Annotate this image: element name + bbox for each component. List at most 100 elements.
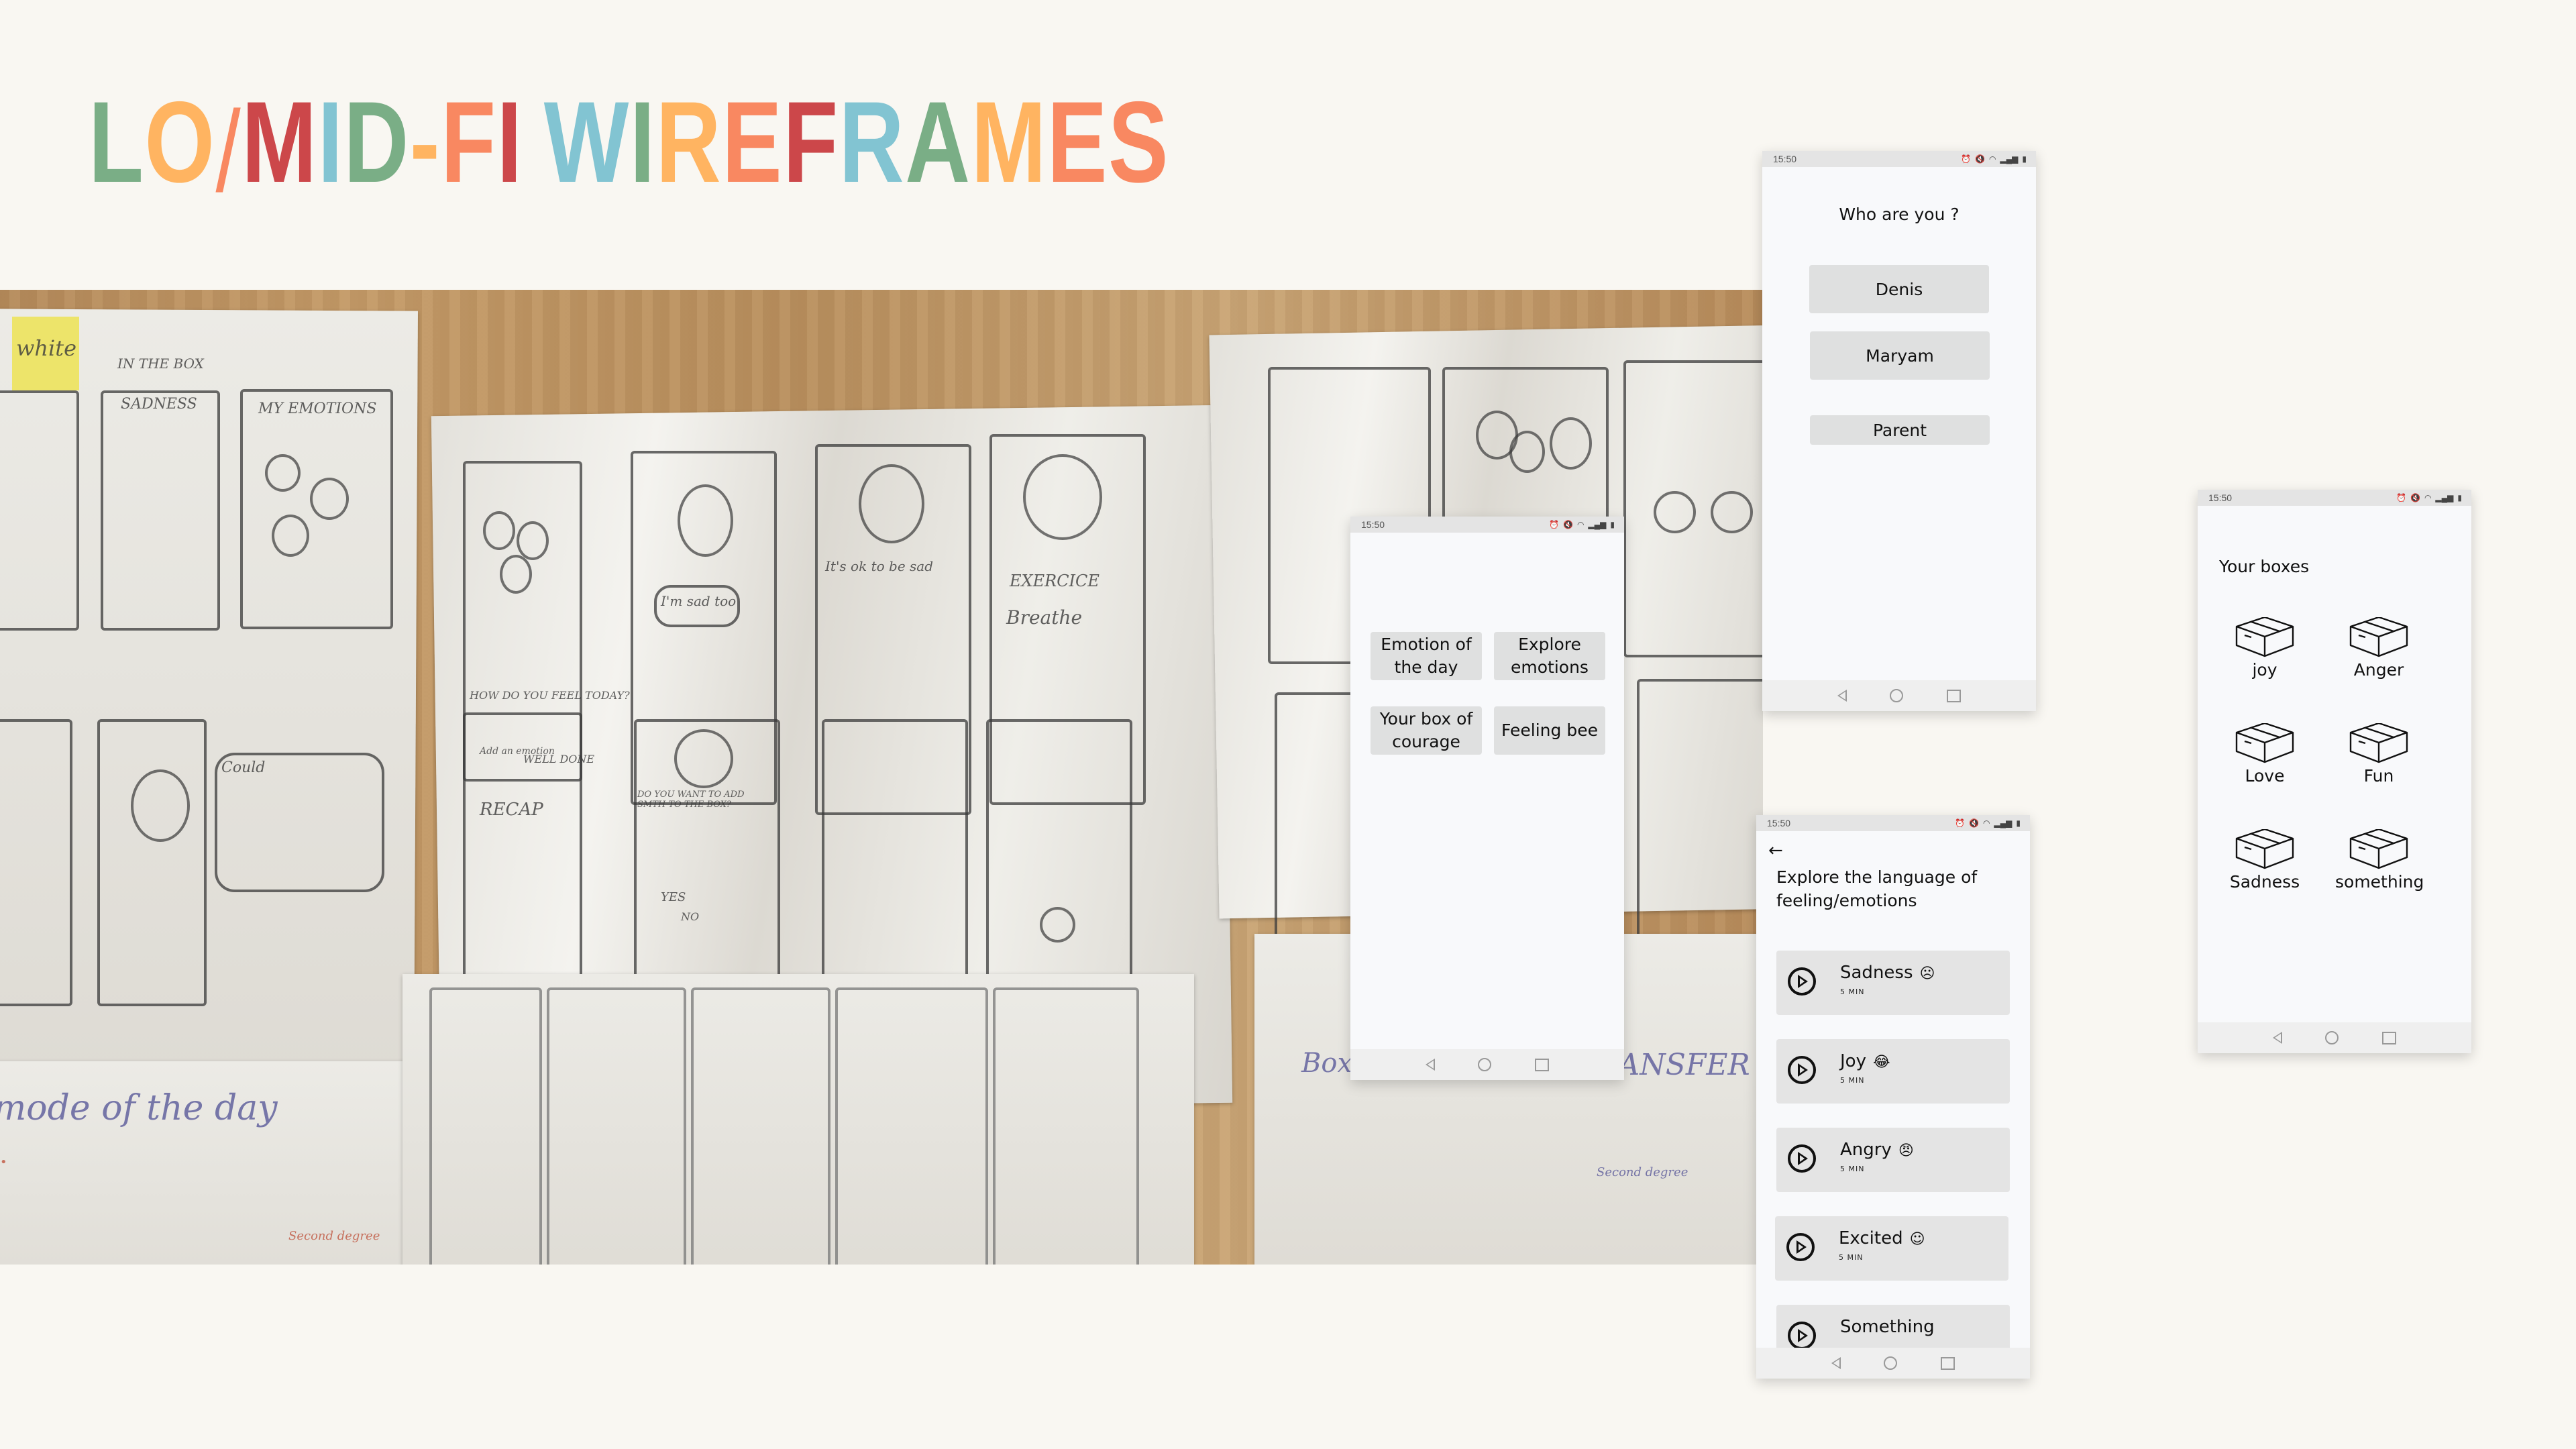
sketch-caption: mode of the day [0, 1088, 278, 1128]
play-icon[interactable] [1788, 1056, 1816, 1084]
status-bar: 15:50 ⏰ 🔇 ◠ ▂▄▆ ▮ [1350, 517, 1624, 533]
home-nav-icon[interactable] [1884, 1356, 1898, 1370]
emotion-label: Sadness ☹ [1840, 963, 1935, 983]
home-nav-icon[interactable] [1478, 1058, 1492, 1071]
title-letter: I [317, 78, 344, 207]
status-time: 15:50 [1361, 519, 1385, 530]
recents-nav-icon[interactable] [1534, 1058, 1549, 1071]
button-label: Emotion of the day [1381, 635, 1472, 677]
home-nav-icon[interactable] [1890, 689, 1904, 702]
maryam-button[interactable]: Maryam [1810, 331, 1990, 380]
box-icon [2349, 617, 2408, 657]
courage-box-item[interactable]: joy [2221, 617, 2308, 680]
recents-nav-icon[interactable] [1940, 1356, 1955, 1370]
back-nav-icon[interactable] [1831, 1357, 1841, 1369]
sketch-caption: • [0, 1155, 7, 1169]
battery-icon: ▮ [2022, 154, 2027, 164]
signal-icon: ▂▄▆ [2435, 493, 2454, 502]
phone-screen-your-boxes: 15:50 ⏰ 🔇 ◠ ▂▄▆ ▮ Your boxes joy Anger Love Fun… [2198, 490, 2471, 1053]
alarm-icon: ⏰ [2396, 493, 2406, 502]
courage-box-item[interactable]: Sadness [2221, 829, 2308, 892]
mute-icon: 🔇 [1968, 818, 1979, 828]
box-of-courage-button[interactable]: Your box of courage [1371, 706, 1482, 755]
parent-button[interactable]: Parent [1810, 415, 1990, 445]
sketch-screen [822, 719, 968, 1013]
button-label: Parent [1872, 420, 1927, 440]
emotion-name: Excited [1839, 1228, 1903, 1248]
back-arrow-icon[interactable]: ← [1768, 841, 1783, 861]
emotion-face-icon: ☺ [1909, 1231, 1925, 1248]
recents-nav-icon[interactable] [2381, 1031, 2396, 1044]
duration-label: 5 MIN [1840, 987, 1865, 996]
title-letter: W [543, 78, 630, 207]
title-letter: I [629, 78, 656, 207]
courage-box-item[interactable]: something [2335, 829, 2424, 892]
emotion-list-item[interactable]: Angry 😠 5 MIN [1776, 1128, 2010, 1192]
sketch-screen [97, 719, 207, 1006]
status-time: 15:50 [1773, 154, 1797, 164]
emotion-label: Excited ☺ [1839, 1228, 1925, 1248]
sketch-face [500, 555, 532, 594]
home-nav-icon[interactable] [2325, 1031, 2339, 1044]
play-icon[interactable] [1788, 1322, 1816, 1350]
sticky-note-text: white [16, 335, 77, 361]
title-letter: / [215, 87, 242, 216]
button-label: Denis [1875, 279, 1923, 299]
courage-box-item[interactable]: Love [2221, 723, 2308, 786]
back-nav-icon[interactable] [2273, 1032, 2283, 1044]
sketch-face [310, 478, 349, 520]
sketch-face [517, 521, 549, 560]
title-letter: M [241, 78, 318, 207]
wifi-icon: ◠ [2424, 493, 2432, 502]
play-icon[interactable] [1788, 967, 1816, 996]
recents-nav-icon[interactable] [1946, 689, 1961, 702]
sketch-caption: IN THE BOX [117, 356, 204, 372]
emotion-face-icon: 😠 [1898, 1142, 1914, 1159]
sketch-caption: WELL DONE [523, 753, 595, 765]
back-nav-icon[interactable] [1837, 690, 1847, 702]
play-icon[interactable] [1788, 1144, 1816, 1173]
sketch-caption: YES [661, 890, 686, 904]
emotion-list-item[interactable]: Joy 😂 5 MIN [1776, 1039, 2010, 1104]
sketch-screen [691, 987, 830, 1265]
title-letter: M [971, 78, 1047, 207]
sketch-caption: DO YOU WANT TO ADD SMTH TO THE BOX? [637, 790, 745, 810]
android-nav-bar [1756, 1348, 2030, 1379]
denis-button[interactable]: Denis [1809, 265, 1989, 313]
emotion-list-item[interactable]: Sadness ☹ 5 MIN [1776, 951, 2010, 1015]
play-icon[interactable] [1786, 1233, 1815, 1261]
explore-emotions-button[interactable]: Explore emotions [1494, 632, 1605, 680]
alarm-icon: ⏰ [1549, 520, 1559, 529]
status-bar: 15:50 ⏰ 🔇 ◠ ▂▄▆ ▮ [1756, 815, 2030, 831]
title-letter: S [1108, 78, 1170, 207]
back-nav-icon[interactable] [1426, 1059, 1436, 1071]
status-icons: ⏰ 🔇 ◠ ▂▄▆ ▮ [2396, 493, 2462, 502]
signal-icon: ▂▄▆ [1588, 520, 1607, 529]
box-label: joy [2252, 660, 2277, 680]
emotion-name: Something [1840, 1317, 1935, 1337]
status-icons: ⏰ 🔇 ◠ ▂▄▆ ▮ [1961, 154, 2027, 164]
box-icon [2349, 829, 2408, 869]
courage-box-item[interactable]: Fun [2335, 723, 2422, 786]
phone-screen-home-menu: 15:50 ⏰ 🔇 ◠ ▂▄▆ ▮ Emotion of the day Explore… [1350, 517, 1624, 1080]
sketch-face [131, 769, 190, 842]
sketch-caption: MY EMOTIONS [258, 400, 377, 417]
screen-title: Your boxes [2219, 557, 2310, 576]
emotion-face-icon: ☹ [1919, 965, 1935, 982]
sketch-face [272, 515, 309, 557]
sketch-caption: I'm sad too [661, 593, 737, 609]
battery-icon: ▮ [1610, 520, 1615, 529]
mute-icon: 🔇 [1562, 520, 1573, 529]
phone-screen-explore-emotions: 15:50 ⏰ 🔇 ◠ ▂▄▆ ▮ ← Explore the language of … [1756, 815, 2030, 1379]
emotion-of-the-day-button[interactable]: Emotion of the day [1371, 632, 1482, 680]
status-icons: ⏰ 🔇 ◠ ▂▄▆ ▮ [1955, 818, 2021, 828]
emotion-list-item[interactable]: Excited ☺ 5 MIN [1775, 1216, 2008, 1281]
battery-icon: ▮ [2457, 493, 2462, 502]
screen-title: Who are you ? [1839, 205, 1960, 224]
courage-box-item[interactable]: Anger [2335, 617, 2422, 680]
box-label: something [2335, 872, 2424, 892]
duration-label: 5 MIN [1840, 1076, 1865, 1085]
emotion-name: Angry [1840, 1140, 1892, 1160]
sketch-caption: It's ok to be sad [825, 558, 933, 574]
feeling-bee-button[interactable]: Feeling bee [1494, 706, 1605, 755]
